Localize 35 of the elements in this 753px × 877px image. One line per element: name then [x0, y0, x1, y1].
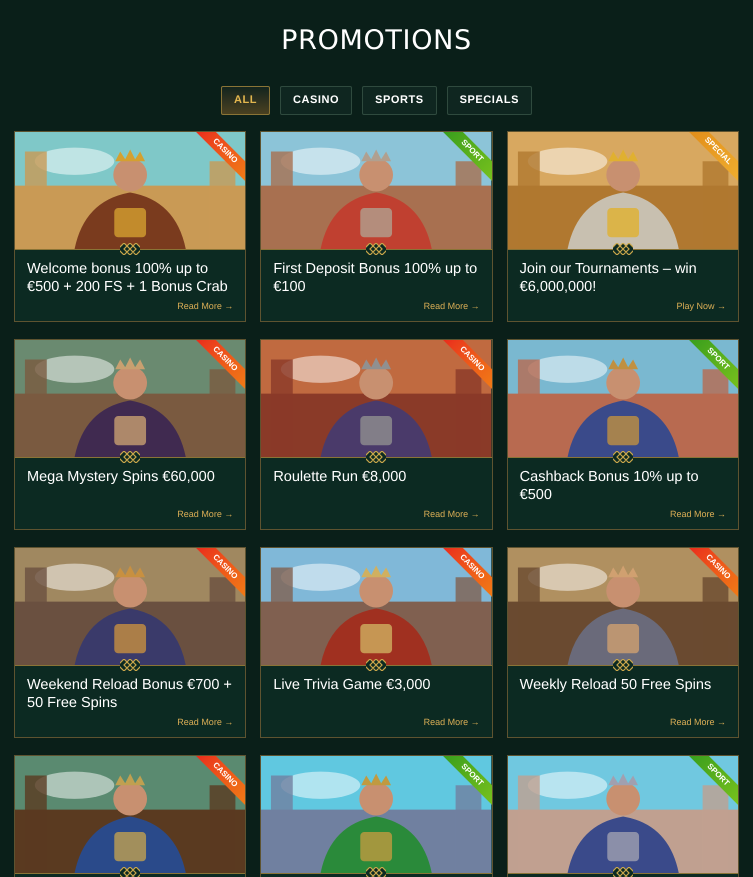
read-more-link[interactable]: Read More → — [670, 508, 726, 521]
filter-tab[interactable]: CASINO — [280, 86, 352, 115]
diamond-emblem-icon — [366, 659, 386, 671]
read-more-link[interactable]: Read More → — [670, 716, 726, 729]
diamond-emblem-icon — [366, 867, 386, 877]
promotion-title: Cashback Bonus 10% up to €500 — [520, 468, 700, 504]
read-more-link[interactable]: Read More → — [424, 716, 480, 729]
promotion-title: Welcome bonus 100% up to €500 + 200 FS + 1 Bonus Crab — [27, 260, 229, 296]
diamond-emblem-icon — [612, 243, 633, 255]
read-more-link[interactable]: Read More → — [177, 508, 234, 521]
diamond-emblem-icon — [120, 867, 140, 877]
promotion-title: Weekly Reload 50 Free Spins — [520, 676, 712, 694]
diamond-emblem-icon — [612, 659, 633, 671]
promotion-title: Roulette Run €8,000 — [273, 468, 408, 486]
promotion-title: Live Trivia Game €3,000 — [273, 676, 432, 694]
promotion-title: Weekend Reload Bonus €700 + 50 Free Spins — [27, 676, 233, 712]
diamond-emblem-icon — [612, 451, 633, 463]
promotion-title: First Deposit Bonus 100% up to €100 — [273, 260, 478, 296]
filter-tab[interactable]: ALL — [220, 86, 270, 115]
filter-tab[interactable]: SPORTS — [362, 86, 437, 115]
read-more-link[interactable]: Read More → — [177, 300, 234, 313]
diamond-emblem-icon — [120, 243, 140, 255]
promotion-title: Join our Tournaments – win €6,000,000! — [520, 260, 698, 296]
promotion-title: Mega Mystery Spins €60,000 — [27, 468, 216, 486]
read-more-link[interactable]: Play Now → — [676, 300, 726, 313]
filter-tab[interactable]: SPECIALS — [446, 86, 532, 115]
diamond-emblem-icon — [120, 451, 140, 463]
diamond-emblem-icon — [120, 659, 140, 671]
read-more-link[interactable]: Read More → — [424, 508, 480, 521]
diamond-emblem-icon — [612, 867, 633, 877]
diamond-emblem-icon — [366, 451, 386, 463]
page-title: PROMOTIONS — [281, 24, 472, 58]
read-more-link[interactable]: Read More → — [177, 716, 234, 729]
read-more-link[interactable]: Read More → — [424, 300, 480, 313]
diamond-emblem-icon — [366, 243, 386, 255]
